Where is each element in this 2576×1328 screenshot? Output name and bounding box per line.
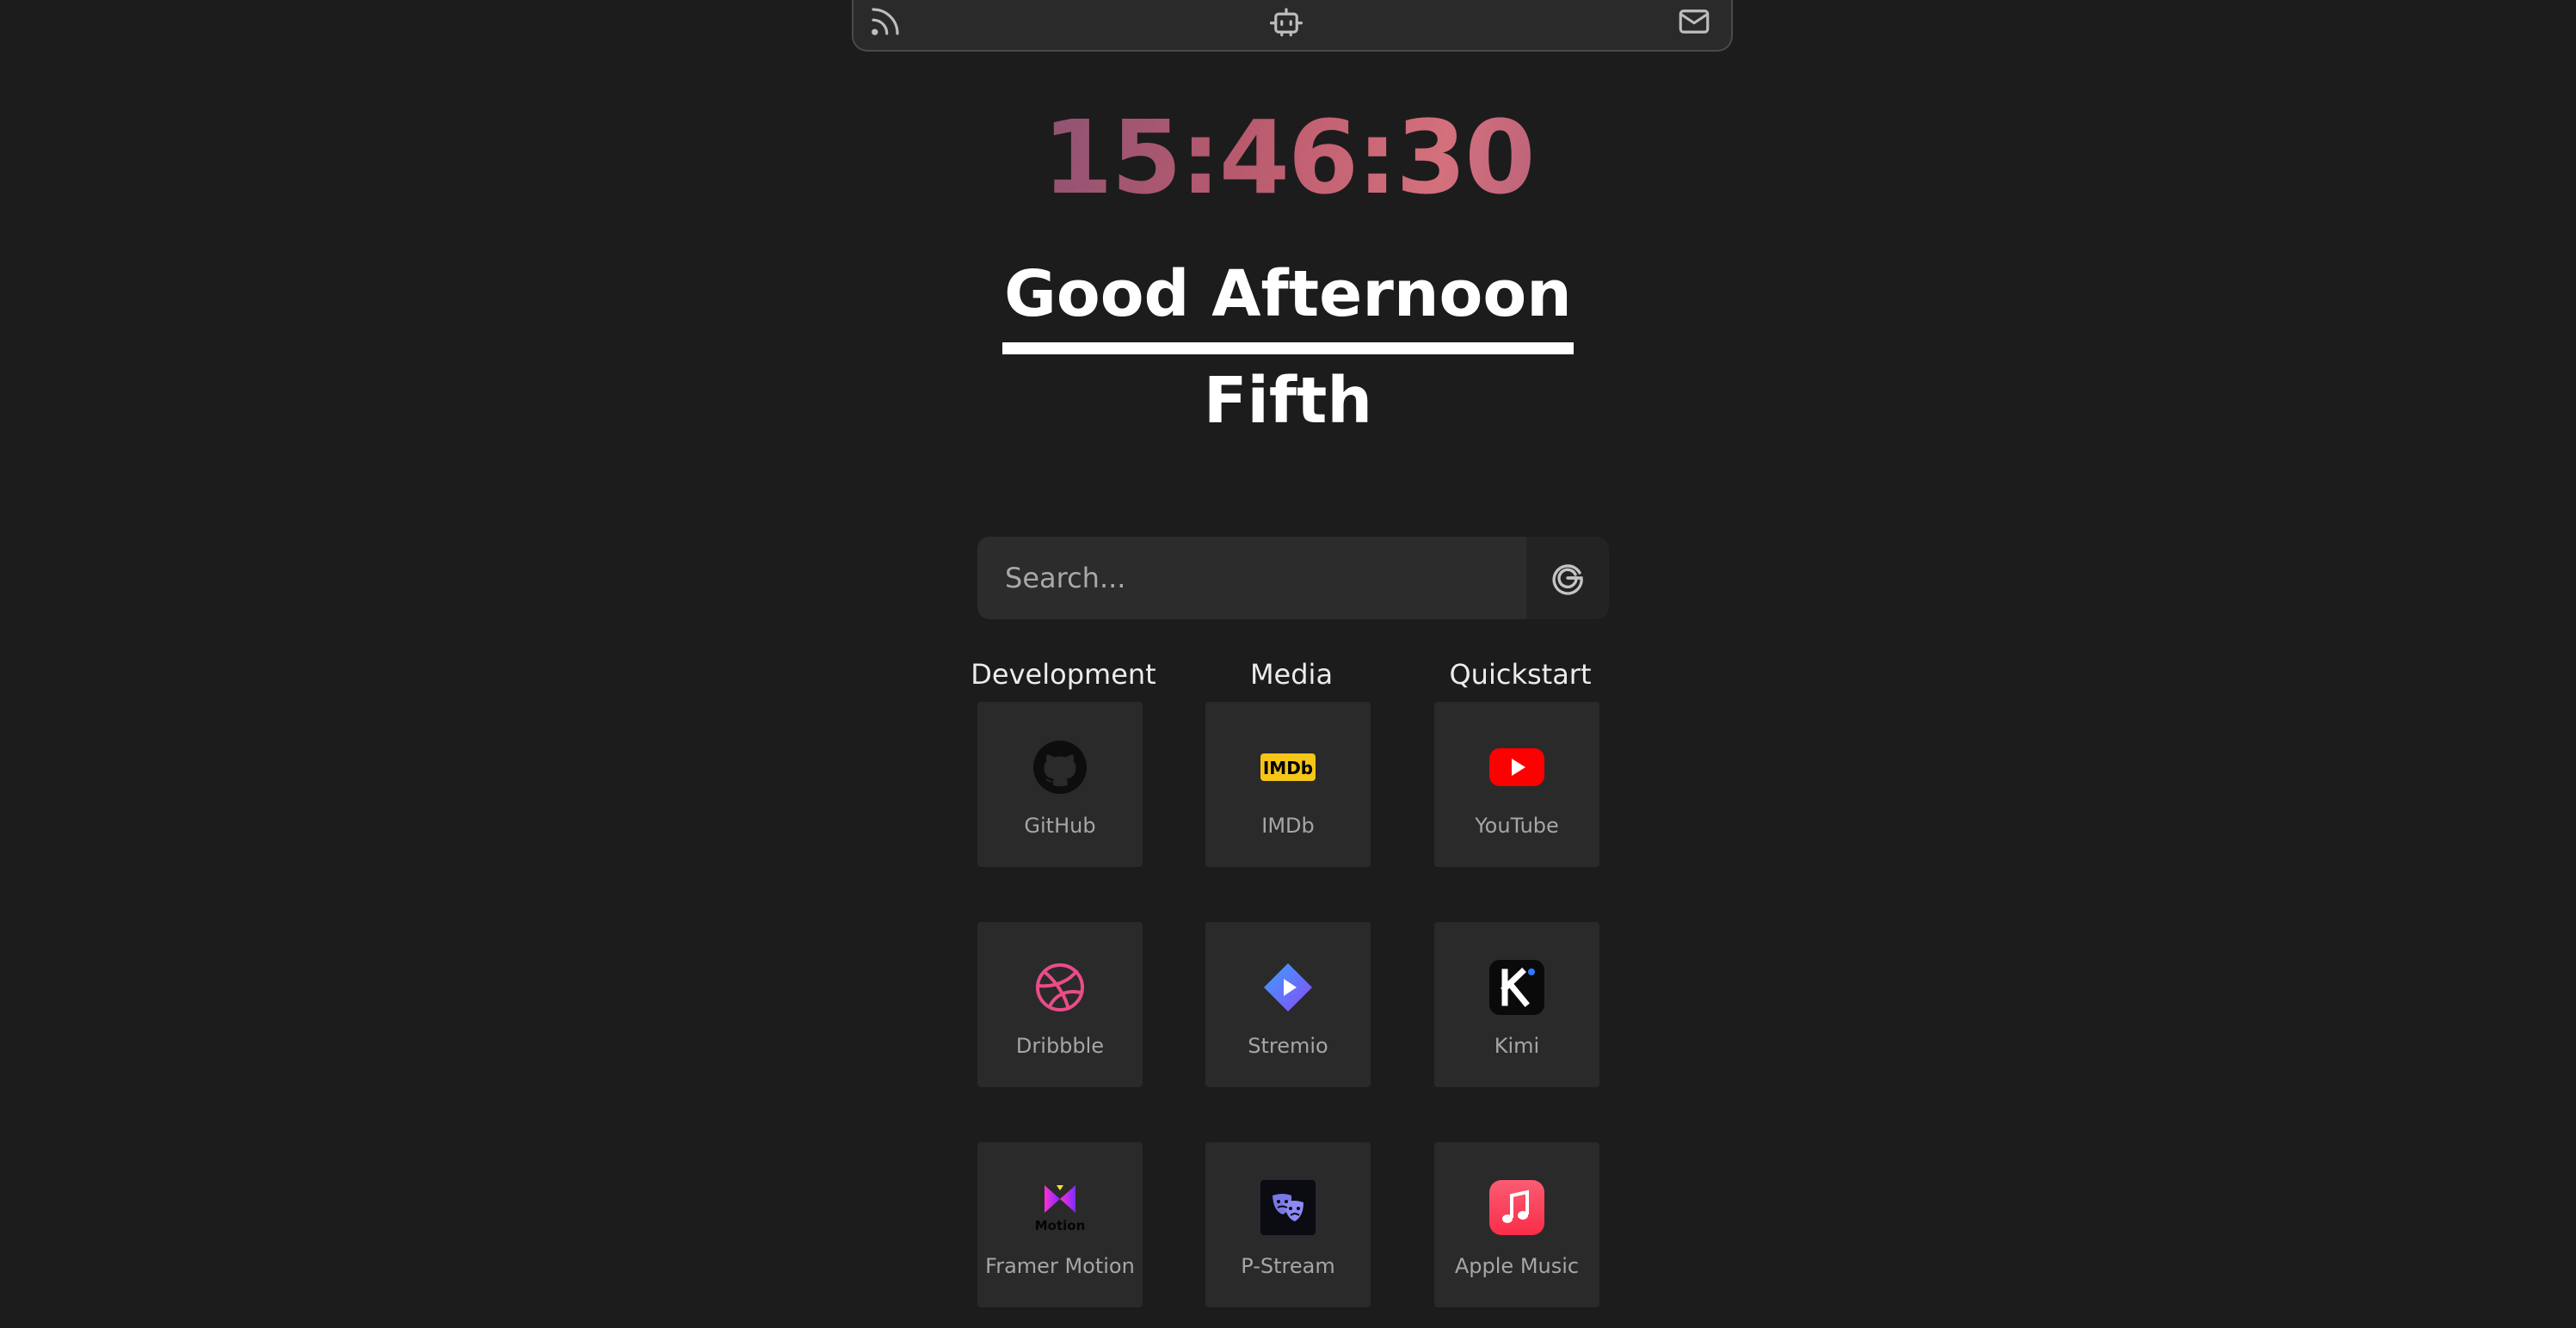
apple-music-icon: [1489, 1180, 1544, 1235]
tile-label: Kimi: [1494, 1034, 1540, 1058]
category-development: Development: [971, 658, 1156, 691]
tile-label: P-Stream: [1241, 1254, 1335, 1278]
tile-label: YouTube: [1475, 814, 1559, 838]
tile-label: Apple Music: [1454, 1254, 1580, 1278]
github-icon: [1032, 740, 1088, 795]
p-stream-icon: [1260, 1180, 1316, 1235]
greeting-message: Good Afternoon: [1002, 251, 1574, 354]
category-quickstart: Quickstart: [1449, 658, 1592, 691]
greeting-name: Fifth: [1203, 364, 1373, 438]
google-icon: [1552, 564, 1583, 595]
category-media: Media: [1249, 658, 1334, 691]
tile-dribbble[interactable]: Dribbble: [977, 922, 1143, 1087]
kimi-icon: [1489, 960, 1544, 1015]
svg-text:IMDb: IMDb: [1263, 758, 1313, 778]
dribbble-icon: [1032, 960, 1088, 1015]
tile-label: GitHub: [1024, 814, 1096, 838]
top-bar: [852, 0, 1733, 52]
clock: 15:46:30: [0, 93, 2576, 222]
tile-youtube[interactable]: YouTube: [1434, 702, 1599, 867]
tile-label: Dribbble: [1015, 1034, 1105, 1058]
youtube-icon: [1489, 740, 1544, 795]
tile-stremio[interactable]: Stremio: [1205, 922, 1371, 1087]
tile-kimi[interactable]: Kimi: [1434, 922, 1599, 1087]
tile-imdb[interactable]: IMDb IMDb: [1205, 702, 1371, 867]
imdb-icon: IMDb: [1260, 740, 1316, 795]
bot-icon[interactable]: [1268, 3, 1304, 40]
tile-label: IMDb: [1261, 814, 1315, 838]
tile-label: Stremio: [1248, 1034, 1328, 1058]
mail-icon[interactable]: [1676, 3, 1712, 40]
svg-text:Motion: Motion: [1035, 1218, 1086, 1233]
search-input[interactable]: [977, 537, 1526, 619]
tile-github[interactable]: GitHub: [977, 702, 1143, 867]
search-engine-button[interactable]: [1526, 537, 1609, 619]
new-tab-page: 15:46:30 Good Afternoon Fifth Developmen…: [0, 0, 2576, 1328]
tile-apple-music[interactable]: Apple Music: [1434, 1142, 1599, 1307]
framer-motion-icon: Motion: [1032, 1180, 1088, 1235]
rss-icon[interactable]: [867, 3, 903, 40]
stremio-icon: [1260, 960, 1316, 1015]
tile-p-stream[interactable]: P-Stream: [1205, 1142, 1371, 1307]
tile-framer-motion[interactable]: Motion Framer Motion: [977, 1142, 1143, 1307]
greeting: Good Afternoon Fifth: [0, 251, 2576, 444]
tile-label: Framer Motion: [985, 1254, 1135, 1278]
search-bar: [977, 537, 1609, 619]
